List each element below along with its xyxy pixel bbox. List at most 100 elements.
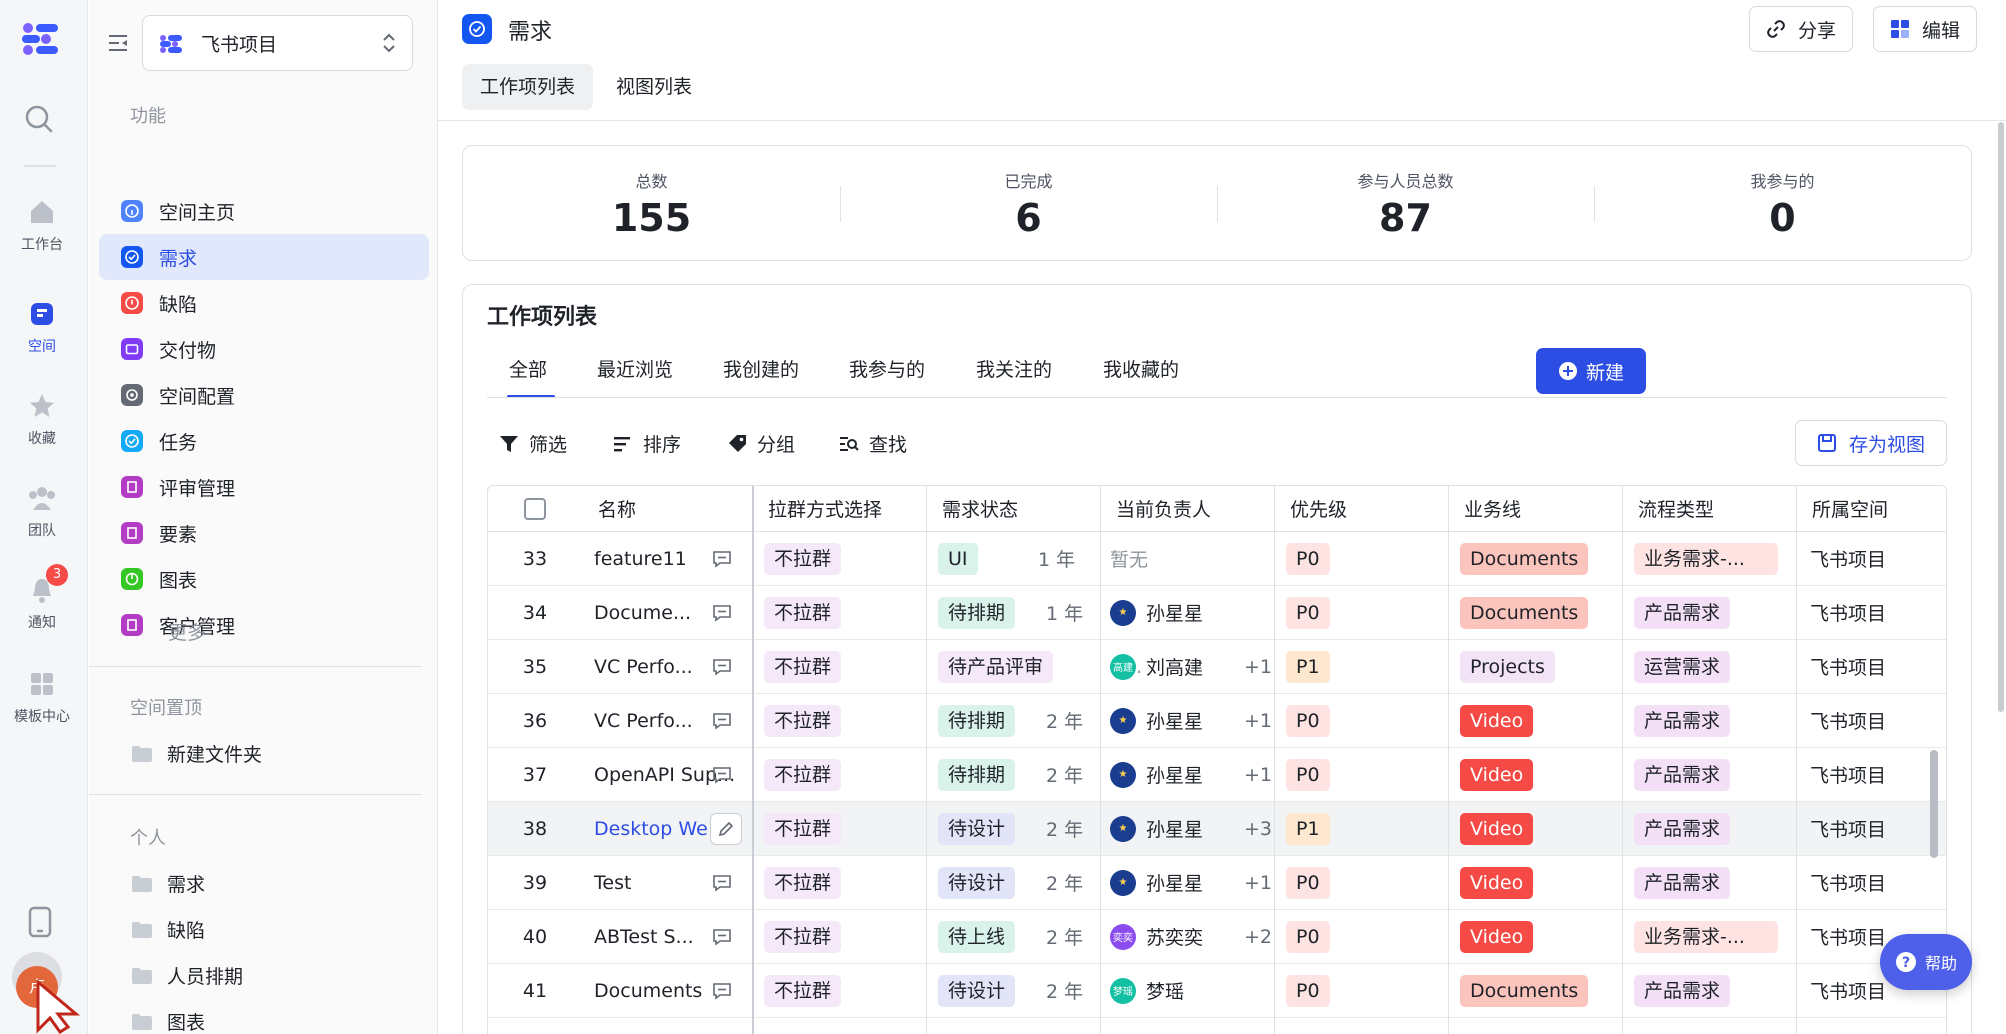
comment-icon[interactable] <box>712 694 732 747</box>
business-line-cell[interactable]: Projects <box>1460 640 1555 693</box>
edit-pencil-icon[interactable] <box>710 813 742 845</box>
column-header-owner[interactable]: 当前负责人 <box>1116 486 1211 531</box>
pinned-folder[interactable]: 新建文件夹 <box>131 740 262 767</box>
column-header-priority[interactable]: 优先级 <box>1290 486 1347 531</box>
space-cell[interactable]: 飞书项目 <box>1810 964 1886 1017</box>
list-tab-following[interactable]: 我关注的 <box>976 355 1052 382</box>
group-method-cell[interactable]: 不拉群 <box>764 532 842 585</box>
flow-type-cell[interactable]: 产品需求 <box>1634 586 1731 639</box>
status-cell[interactable]: 待上线 <box>938 910 1016 963</box>
search-icon[interactable] <box>24 104 58 138</box>
space-cell[interactable]: 飞书项目 <box>1810 532 1886 585</box>
mobile-icon[interactable] <box>28 906 52 942</box>
comment-icon[interactable] <box>712 910 732 963</box>
priority-cell[interactable]: P0 <box>1286 586 1330 639</box>
rail-item-templates[interactable]: 模板中心 <box>0 670 84 726</box>
nav-item-space-home[interactable]: 空间主页 <box>99 188 429 234</box>
group-method-cell[interactable]: 不拉群 <box>764 964 842 1017</box>
space-cell[interactable]: 飞书项目 <box>1810 910 1886 963</box>
group-method-cell[interactable]: 不拉群 <box>764 694 842 747</box>
owner-cell[interactable]: ★ 孙星星 <box>1110 748 1203 801</box>
status-cell[interactable]: 待设计 <box>938 802 1016 855</box>
table-row[interactable]: 35VC Perfo...不拉群待产品评审...高建刘高建+1P1Project… <box>488 640 1946 694</box>
flow-type-cell[interactable]: 产品需求 <box>1634 856 1731 909</box>
priority-cell[interactable]: P1 <box>1286 802 1330 855</box>
list-tab-all[interactable]: 全部 <box>507 355 555 398</box>
nav-item-tasks[interactable]: 任务 <box>99 418 429 464</box>
table-row[interactable]: 34 Docume... 不拉群 待排期 1 年 ★ 孙星星 P0 Documents 产品需求飞… <box>488 586 1946 640</box>
flow-type-cell[interactable]: 产品需求 <box>1634 802 1731 855</box>
personal-folder[interactable]: 需求 <box>131 870 205 897</box>
list-tab-created[interactable]: 我创建的 <box>723 355 799 382</box>
business-line-cell[interactable]: Video <box>1460 910 1534 963</box>
status-cell[interactable]: 待排期 <box>938 748 1016 801</box>
table-row[interactable]: 39 Test 不拉群 待设计 2 年 ★ 孙星星 +1 P0 Video 产品需求 飞书项目 <box>488 856 1946 910</box>
nav-item-requirements[interactable]: 需求 <box>99 234 429 280</box>
group-button[interactable]: 分组 <box>727 430 795 457</box>
sort-button[interactable]: 排序 <box>613 430 681 457</box>
tab-views[interactable]: 视图列表 <box>598 64 710 110</box>
flow-type-cell[interactable]: 业务需求-... <box>1634 532 1778 585</box>
space-cell[interactable]: 飞书项目 <box>1810 694 1886 747</box>
owner-cell[interactable]: 奕奕 苏奕奕 <box>1110 910 1203 963</box>
nav-item-elements[interactable]: 要素 <box>99 510 429 556</box>
comment-icon[interactable] <box>712 586 732 639</box>
new-item-button[interactable]: 新建 <box>1536 348 1646 394</box>
personal-folder[interactable]: 缺陷 <box>131 916 205 943</box>
table-row[interactable]: 40 ABTest S... 不拉群 待上线 2 年奕奕 苏奕奕 +2 P0 Video 业务需求… <box>488 910 1946 964</box>
status-cell[interactable]: 待设计 <box>938 856 1016 909</box>
filter-button[interactable]: 筛选 <box>499 430 567 457</box>
nav-item-charts[interactable]: 图表 <box>99 556 429 602</box>
status-cell[interactable]: 待排期 <box>938 586 1016 639</box>
priority-cell[interactable]: P0 <box>1286 694 1330 747</box>
priority-cell[interactable]: P0 <box>1286 856 1330 909</box>
owner-cell[interactable]: 高建 刘高建 <box>1110 640 1203 693</box>
group-method-cell[interactable]: 不拉群 <box>764 910 842 963</box>
share-button[interactable]: 分享 <box>1749 6 1854 52</box>
project-selector[interactable]: 飞书项目 <box>142 15 413 71</box>
select-all-checkbox[interactable] <box>524 486 546 531</box>
flow-type-cell[interactable]: 产品需求 <box>1634 694 1731 747</box>
column-header-status[interactable]: 需求状态 <box>942 486 1018 531</box>
column-header-name[interactable]: 名称 <box>598 486 636 531</box>
business-line-cell[interactable]: Documents <box>1460 586 1589 639</box>
column-header-group[interactable]: 拉群方式选择 <box>768 486 882 531</box>
nav-item-space-config[interactable]: 空间配置 <box>99 372 429 418</box>
business-line-cell[interactable]: Video <box>1460 802 1534 855</box>
table-row[interactable]: 37 OpenAPI Sup... 不拉群 待排期 2 年 ★ 孙星星 +1 P0 Video 产品… <box>488 748 1946 802</box>
group-method-cell[interactable]: 不拉群 <box>764 586 842 639</box>
space-cell[interactable]: 飞书项目 <box>1810 748 1886 801</box>
comment-icon[interactable] <box>712 532 732 585</box>
group-method-cell[interactable]: 不拉群 <box>764 856 842 909</box>
comment-icon[interactable] <box>712 964 732 1017</box>
space-cell[interactable]: 飞书项目 <box>1810 802 1886 855</box>
space-cell[interactable]: 飞书项目 <box>1810 856 1886 909</box>
edit-button[interactable]: 编辑 <box>1873 6 1978 52</box>
column-header-business-line[interactable]: 业务线 <box>1464 486 1521 531</box>
column-header-space[interactable]: 所属空间 <box>1812 486 1888 531</box>
owner-cell[interactable]: ★ 孙星星 <box>1110 586 1203 639</box>
business-line-cell[interactable]: Documents <box>1460 964 1589 1017</box>
business-line-cell[interactable]: Documents <box>1460 532 1589 585</box>
page-scrollbar[interactable] <box>1998 122 2004 712</box>
personal-folder[interactable]: 人员排期 <box>131 962 243 989</box>
space-cell[interactable]: 飞书项目 <box>1810 640 1886 693</box>
priority-cell[interactable]: P1 <box>1286 640 1330 693</box>
collapse-sidebar-icon[interactable] <box>107 32 129 58</box>
status-cell[interactable]: 待设计 <box>938 964 1016 1017</box>
nav-item-customers[interactable]: 客户管理 <box>99 602 429 648</box>
table-row[interactable]: 38 Desktop We 不拉群 待设计 2 年 ★ 孙星星 +3 P1 Video 产品需求 飞书… <box>488 802 1946 856</box>
comment-icon[interactable] <box>712 748 732 801</box>
column-header-flow-type[interactable]: 流程类型 <box>1638 486 1714 531</box>
rail-item-team[interactable]: 团队 <box>0 484 84 540</box>
owner-cell[interactable]: 暂无 <box>1110 532 1148 585</box>
nav-more-link[interactable]: 更多 <box>168 618 206 645</box>
priority-cell[interactable]: P0 <box>1286 910 1330 963</box>
business-line-cell[interactable]: Video <box>1460 694 1534 747</box>
owner-cell[interactable]: 梦瑶 梦瑶 <box>1110 964 1184 1017</box>
group-method-cell[interactable]: 不拉群 <box>764 748 842 801</box>
flow-type-cell[interactable]: 产品需求 <box>1634 964 1731 1017</box>
rail-item-notifications[interactable]: 3 通知 <box>0 564 84 632</box>
nav-item-deliverables[interactable]: 交付物 <box>99 326 429 372</box>
tab-work-items[interactable]: 工作项列表 <box>462 64 594 110</box>
